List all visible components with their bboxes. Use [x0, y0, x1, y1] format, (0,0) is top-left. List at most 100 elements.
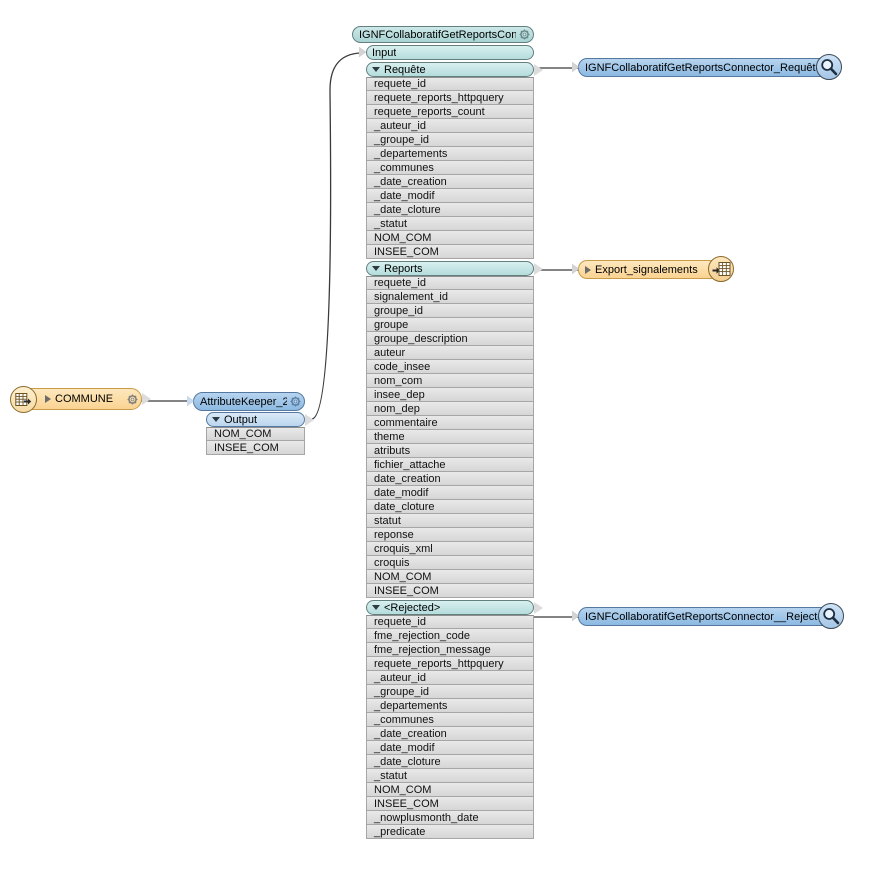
- attribute-row: code_insee: [366, 360, 534, 374]
- attribute-row: _date_cloture: [366, 203, 534, 217]
- gear-icon[interactable]: [127, 394, 138, 405]
- output-requete-titlebar[interactable]: IGNFCollaboratifGetReportsConnector_Requ…: [578, 58, 838, 77]
- attribute-row: _predicate: [366, 825, 534, 839]
- table-reader-icon: [10, 386, 37, 413]
- attribute-row: _date_creation: [366, 727, 534, 741]
- attribute-row: requete_reports_count: [366, 105, 534, 119]
- attribute-row: NOM_COM: [206, 427, 305, 441]
- attribute-row: date_modif: [366, 486, 534, 500]
- attribute-row: croquis_xml: [366, 542, 534, 556]
- attribute-row: _communes: [366, 713, 534, 727]
- attributekeeper-title: AttributeKeeper_2: [200, 395, 287, 408]
- attribute-row: groupe_description: [366, 332, 534, 346]
- attribute-row: INSEE_COM: [366, 245, 534, 259]
- attribute-row: date_creation: [366, 472, 534, 486]
- output-requete-title: IGNFCollaboratifGetReportsConnector_Requ…: [585, 61, 820, 74]
- attribute-row: _date_modif: [366, 741, 534, 755]
- attribute-row: INSEE_COM: [206, 441, 305, 455]
- attribute-row: _date_cloture: [366, 755, 534, 769]
- attribute-row: _groupe_id: [366, 133, 534, 147]
- attribute-row: _departements: [366, 699, 534, 713]
- port-output-nub: [534, 263, 543, 275]
- inspector-magnifier-icon: [816, 54, 842, 80]
- port-label: Reports: [384, 262, 423, 275]
- attribute-row: signalement_id: [366, 290, 534, 304]
- commune-output-nub: [142, 393, 151, 405]
- attribute-row: _groupe_id: [366, 685, 534, 699]
- attribute-row: _statut: [366, 217, 534, 231]
- attribute-row: groupe_id: [366, 304, 534, 318]
- commune-title: COMMUNE: [55, 393, 114, 405]
- attribute-row: _departements: [366, 147, 534, 161]
- attribute-row: reponse: [366, 528, 534, 542]
- port-input-nub: [359, 47, 366, 57]
- gear-icon[interactable]: [290, 396, 301, 407]
- run-triangle-icon: [45, 395, 51, 403]
- attribute-row: requete_id: [366, 615, 534, 629]
- output-requete-input-nub: [572, 62, 579, 72]
- attribute-row: _auteur_id: [366, 119, 534, 133]
- gear-icon[interactable]: [519, 29, 530, 40]
- output-rejected-input-nub: [572, 611, 579, 621]
- export-input-nub: [572, 264, 579, 274]
- attributekeeper-input-nub: [187, 396, 194, 406]
- workspace-canvas[interactable]: COMMUNE AttributeKeeper_2 Output NOM_COM…: [0, 0, 877, 870]
- connector-title: IGNFCollaboratifGetReportsConnector: [359, 28, 516, 41]
- port-output-nub: [534, 602, 543, 614]
- port-output-label: Output: [224, 413, 258, 426]
- port-reports[interactable]: Reports: [366, 261, 534, 276]
- attribute-row: commentaire: [366, 416, 534, 430]
- attribute-row: atributs: [366, 444, 534, 458]
- attribute-row: NOM_COM: [366, 783, 534, 797]
- attributekeeper-titlebar[interactable]: AttributeKeeper_2: [193, 392, 305, 411]
- inspector-magnifier-icon: [818, 603, 844, 629]
- attribute-row: requete_id: [366, 276, 534, 290]
- attribute-row: _auteur_id: [366, 671, 534, 685]
- node-attributekeeper[interactable]: AttributeKeeper_2 Output NOM_COM INSEE_C…: [187, 392, 314, 455]
- attribute-row: nom_dep: [366, 402, 534, 416]
- port-output-nub: [534, 64, 543, 76]
- attribute-row: _statut: [366, 769, 534, 783]
- attribute-row: requete_id: [366, 77, 534, 91]
- attribute-row: statut: [366, 514, 534, 528]
- port-label: Requête: [384, 63, 426, 76]
- output-rejected-titlebar[interactable]: IGNFCollaboratifGetReportsConnector__Rej…: [578, 607, 840, 626]
- port-rejected[interactable]: <Rejected>: [366, 600, 534, 615]
- port-output-nub: [305, 414, 314, 426]
- attribute-row: fme_rejection_code: [366, 629, 534, 643]
- export-signalements-title: Export_signalements: [595, 263, 698, 276]
- attribute-row: _nowplusmonth_date: [366, 811, 534, 825]
- node-export-signalements[interactable]: Export_signalements: [572, 256, 734, 282]
- attribute-row: date_cloture: [366, 500, 534, 514]
- attribute-row: nom_com: [366, 374, 534, 388]
- run-triangle-icon: [585, 265, 591, 274]
- attribute-row: NOM_COM: [366, 570, 534, 584]
- port-output[interactable]: Output: [206, 412, 305, 427]
- attribute-row: INSEE_COM: [366, 797, 534, 811]
- table-writer-icon: [708, 256, 734, 282]
- collapse-caret-icon[interactable]: [372, 605, 380, 610]
- collapse-caret-icon[interactable]: [372, 67, 380, 72]
- connector-titlebar[interactable]: IGNFCollaboratifGetReportsConnector: [352, 26, 534, 43]
- port-input[interactable]: Input: [366, 45, 534, 60]
- attribute-row: requete_reports_httpquery: [366, 91, 534, 105]
- attribute-row: theme: [366, 430, 534, 444]
- port-input-label: Input: [372, 46, 397, 59]
- collapse-caret-icon[interactable]: [212, 417, 220, 422]
- attribute-row: fichier_attache: [366, 458, 534, 472]
- attribute-row: groupe: [366, 318, 534, 332]
- attribute-row: _date_modif: [366, 189, 534, 203]
- port-requête[interactable]: Requête: [366, 62, 534, 77]
- node-commune[interactable]: COMMUNE: [10, 386, 151, 413]
- collapse-caret-icon[interactable]: [372, 266, 380, 271]
- attribute-row: auteur: [366, 346, 534, 360]
- attribute-row: NOM_COM: [366, 231, 534, 245]
- port-label: <Rejected>: [384, 601, 441, 614]
- attribute-row: INSEE_COM: [366, 584, 534, 598]
- output-rejected-title: IGNFCollaboratifGetReportsConnector__Rej…: [585, 610, 822, 623]
- node-output-rejected[interactable]: IGNFCollaboratifGetReportsConnector__Rej…: [572, 603, 844, 629]
- node-ignf-connector[interactable]: IGNFCollaboratifGetReportsConnector Inpu…: [352, 26, 543, 839]
- attribute-row: requete_reports_httpquery: [366, 657, 534, 671]
- node-output-requete[interactable]: IGNFCollaboratifGetReportsConnector_Requ…: [572, 54, 842, 80]
- attribute-row: _communes: [366, 161, 534, 175]
